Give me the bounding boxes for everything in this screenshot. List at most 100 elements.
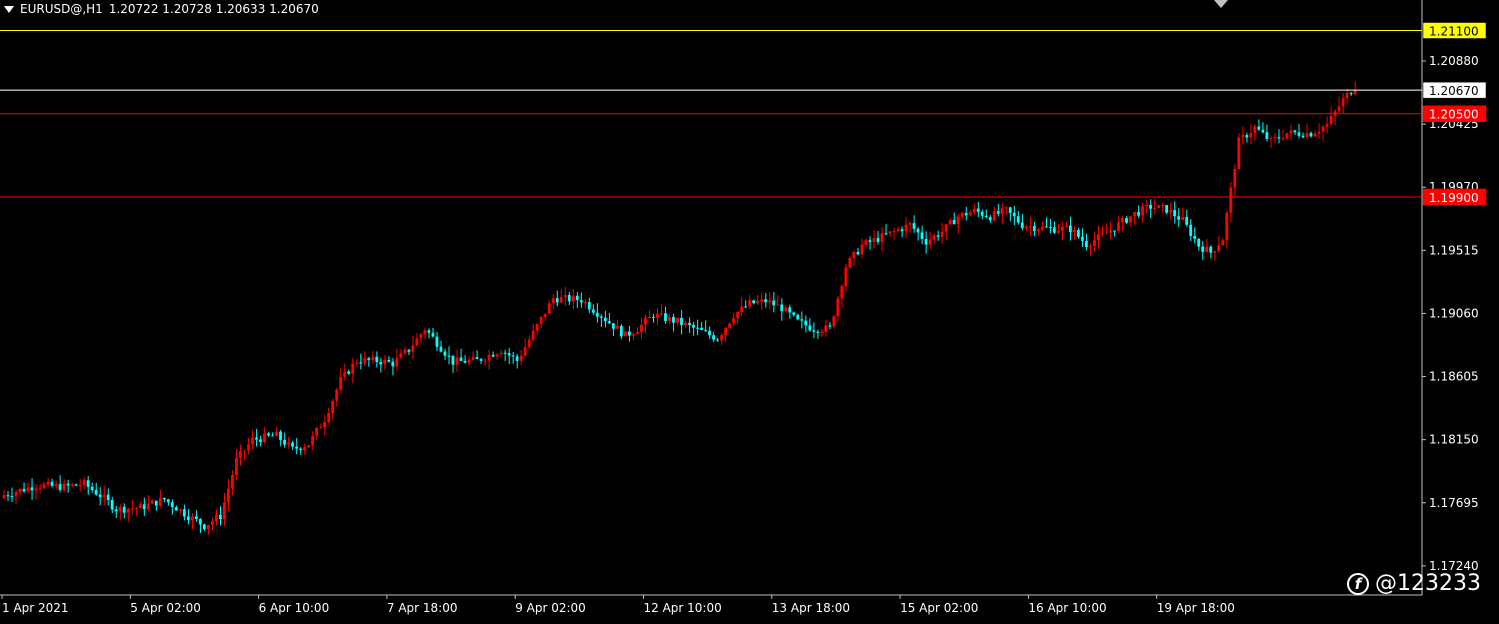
bull-candle <box>543 313 547 317</box>
bear-candle <box>259 439 262 443</box>
price-line-label: 1.19900 <box>1429 191 1479 205</box>
dropdown-triangle-icon[interactable] <box>4 5 14 13</box>
bull-candle <box>231 475 234 489</box>
bear-candle <box>752 300 756 304</box>
bull-candle <box>1221 240 1225 246</box>
chart-area[interactable]: 1.20880 1.20425 1.19970 1.19515 1.19060 1.186… <box>0 0 1499 624</box>
bull-candle <box>648 316 651 319</box>
bull-candle <box>880 233 884 242</box>
bear-candle <box>976 208 980 212</box>
time-tick-label: 13 Apr 18:00 <box>772 601 850 615</box>
bear-candle <box>1309 132 1313 137</box>
bull-candle <box>1036 229 1040 231</box>
bull-candle <box>471 357 475 360</box>
bear-candle <box>202 524 206 530</box>
time-tick-label: 15 Apr 02:00 <box>900 601 978 615</box>
time-tick-label: 12 Apr 10:00 <box>644 601 722 615</box>
bull-candle <box>944 224 948 232</box>
bear-candle <box>764 299 768 303</box>
bear-candle <box>700 327 703 330</box>
bull-candle <box>639 324 643 333</box>
bear-candle <box>447 355 451 357</box>
bull-candle <box>395 357 399 367</box>
bull-candle <box>42 484 46 489</box>
bull-candle <box>1000 208 1004 214</box>
bear-candle <box>611 323 615 329</box>
bear-candle <box>511 355 515 357</box>
bear-candle <box>619 325 623 337</box>
bull-candle <box>1117 222 1120 232</box>
bear-candle <box>772 300 776 306</box>
bear-candle <box>704 329 707 331</box>
bear-candle <box>828 325 832 327</box>
bull-candle <box>26 487 30 492</box>
bear-candle <box>387 359 391 362</box>
bull-candle <box>483 360 487 362</box>
bull-candle <box>892 230 896 232</box>
bull-candle <box>34 488 38 491</box>
bull-candle <box>239 451 242 459</box>
bear-candle <box>996 211 1000 214</box>
weibo-logo-icon: f <box>1347 572 1370 595</box>
bull-candle <box>363 358 367 364</box>
candlestick-chart[interactable]: 1.208801.204251.199701.195151.190601.186… <box>0 0 1499 624</box>
bull-candle <box>1285 133 1289 139</box>
bear-candle <box>804 320 808 326</box>
bull-candle <box>146 503 150 510</box>
bear-candle <box>1177 216 1181 220</box>
time-tick-label: 9 Apr 02:00 <box>515 601 586 615</box>
bull-candle <box>307 445 311 448</box>
bear-candle <box>924 238 928 245</box>
bull-candle <box>327 413 331 422</box>
bull-candle <box>251 437 254 445</box>
bull-candle <box>760 299 764 302</box>
bear-candle <box>664 313 667 322</box>
bear-candle <box>58 484 62 491</box>
time-tick-label: 5 Apr 02:00 <box>130 601 201 615</box>
bull-candle <box>1004 207 1008 209</box>
bull-candle <box>190 516 194 521</box>
bull-candle <box>118 506 122 512</box>
bull-candle <box>419 334 423 339</box>
bear-candle <box>295 446 298 449</box>
bear-candle <box>952 220 956 225</box>
bull-candle <box>740 306 744 312</box>
bull-candle <box>399 353 403 358</box>
bull-candle <box>134 508 138 510</box>
bull-candle <box>1317 131 1321 134</box>
bear-candle <box>780 304 784 312</box>
bull-candle <box>932 235 936 240</box>
bear-candle <box>170 502 174 508</box>
bull-candle <box>728 323 732 328</box>
bull-candle <box>303 447 307 451</box>
bull-candle <box>1329 115 1333 125</box>
bear-candle <box>271 435 274 437</box>
price-tick-label: 1.19060 <box>1429 306 1479 320</box>
bull-candle <box>223 502 226 520</box>
bull-candle <box>535 324 539 331</box>
bull-candle <box>178 509 182 511</box>
bear-candle <box>1016 216 1020 223</box>
bear-candle <box>567 294 571 302</box>
bear-candle <box>900 229 904 232</box>
bull-candle <box>82 480 86 486</box>
bull-candle <box>415 338 419 346</box>
bull-candle <box>2 495 6 498</box>
bull-candle <box>768 300 772 303</box>
bull-candle <box>563 294 567 297</box>
time-tick-label: 6 Apr 10:00 <box>259 601 330 615</box>
bear-candle <box>186 516 190 521</box>
watermark-text: @123233 <box>1375 571 1481 596</box>
bear-candle <box>98 494 102 498</box>
bear-candle <box>579 300 583 303</box>
bear-candle <box>359 362 363 364</box>
bull-candle <box>571 295 575 302</box>
bull-candle <box>70 484 74 486</box>
chart-header: EURUSD@,H1 1.20722 1.20728 1.20633 1.206… <box>4 2 319 16</box>
bear-candle <box>66 483 70 486</box>
chart-shift-marker-icon <box>1214 0 1228 8</box>
price-tick-label: 1.18150 <box>1429 433 1479 447</box>
bear-candle <box>427 330 431 333</box>
bull-candle <box>102 494 106 498</box>
bull-candle <box>423 330 427 335</box>
